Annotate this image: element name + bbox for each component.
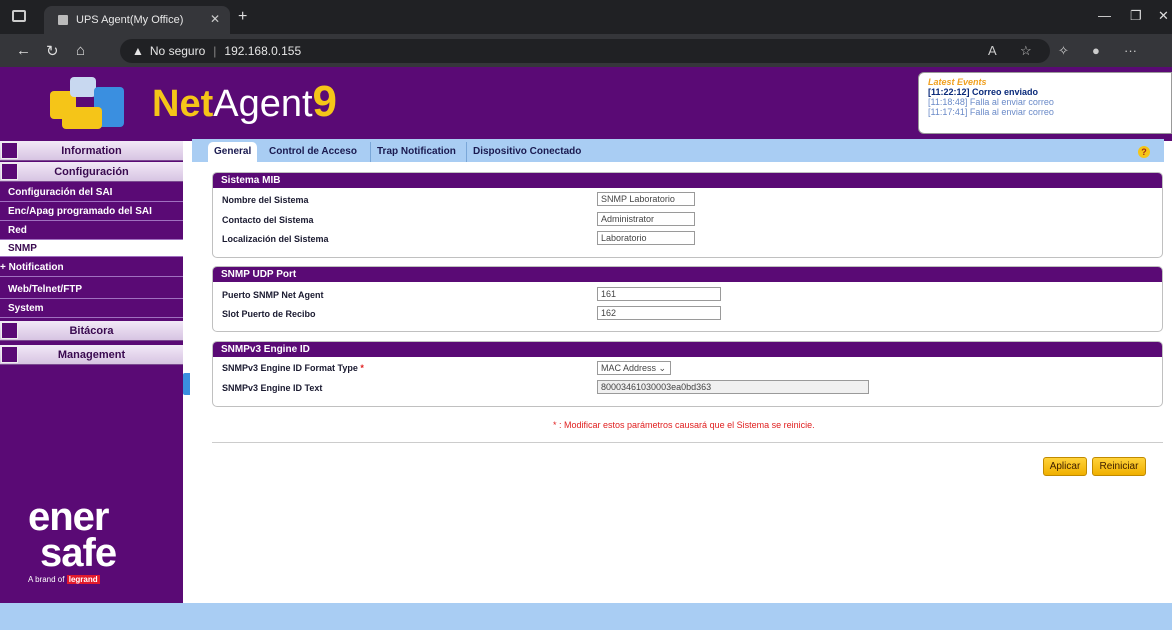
sidebar-item-bitacora[interactable]: Bitácora	[0, 321, 183, 341]
help-icon[interactable]: ?	[1138, 146, 1150, 158]
latest-events-panel: Latest Events [11:22:12] Correo enviado …	[918, 72, 1172, 134]
field-label: Slot Puerto de Recibo	[222, 309, 316, 319]
field-label: SNMPv3 Engine ID Text	[222, 383, 323, 393]
close-tab-icon[interactable]: ✕	[210, 12, 220, 26]
favicon-icon	[58, 15, 68, 25]
monitor-icon	[1, 142, 18, 159]
chevron-down-icon: ⌄	[658, 363, 667, 373]
engine-id-text-input: 80003461030003ea0bd363	[597, 380, 869, 394]
footer-bar	[0, 603, 1172, 630]
sidebar-item-snmp[interactable]: SNMP	[0, 240, 183, 257]
tab-bar: General Control de Acceso Trap Notificat…	[192, 139, 1164, 162]
field-label: Nombre del Sistema	[222, 195, 309, 205]
required-marker: *	[360, 363, 364, 373]
favorites-icon[interactable]: ✧	[1058, 43, 1069, 59]
close-window-icon[interactable]: ✕	[1158, 8, 1169, 24]
event-item: [11:22:12] Correo enviado	[928, 87, 1039, 97]
app-header: NetAgent9 Latest Events [11:22:12] Corre…	[0, 67, 1172, 141]
section-title: Sistema MIB	[213, 173, 1162, 188]
trap-port-input[interactable]: 162	[597, 306, 721, 320]
netagent-logo	[50, 77, 126, 131]
tab-control-acceso[interactable]: Control de Acceso	[263, 142, 363, 162]
sidebar-toggle-icon[interactable]	[12, 10, 26, 22]
event-item: [11:17:41] Falla al enviar correo	[928, 107, 1054, 117]
system-contact-input[interactable]: Administrator	[597, 212, 695, 226]
url-input[interactable]: ▲ No seguro | 192.168.0.155	[120, 39, 1050, 63]
back-icon[interactable]: ←	[16, 42, 31, 59]
warning-icon: ▲	[132, 44, 144, 58]
apply-button[interactable]: Aplicar	[1043, 457, 1087, 476]
restore-icon[interactable]: ❐	[1130, 8, 1142, 24]
field-label: SNMPv3 Engine ID Format Type *	[222, 363, 364, 373]
gears-icon	[1, 163, 18, 180]
system-name-input[interactable]: SNMP Laboratorio	[597, 192, 695, 206]
sidebar-item-notification[interactable]: + Notification	[0, 258, 183, 277]
field-label: Contacto del Sistema	[222, 215, 314, 225]
restart-warning-note: * : Modificar estos parámetros causará q…	[553, 420, 815, 430]
engine-id-format-select[interactable]: MAC Address ⌄	[597, 361, 671, 375]
section-snmp-udp-port: SNMP UDP Port Puerto SNMP Net Agent 161 …	[212, 266, 1163, 332]
section-title: SNMP UDP Port	[213, 267, 1162, 282]
new-tab-icon[interactable]: +	[238, 8, 247, 26]
minimize-icon[interactable]: —	[1098, 8, 1111, 23]
tab-trap-notification[interactable]: Trap Notification	[370, 142, 462, 162]
url-separator: |	[213, 44, 217, 58]
tab-general[interactable]: General	[208, 142, 258, 162]
more-icon[interactable]: ···	[1124, 43, 1137, 58]
divider	[212, 442, 1163, 443]
sidebar-item-system[interactable]: System	[0, 299, 183, 318]
read-aloud-icon[interactable]: A	[988, 43, 997, 58]
field-label: Localización del Sistema	[222, 234, 329, 244]
address-bar: ← ↻ ⌂ ▲ No seguro | 192.168.0.155 A ☆ ✧ …	[0, 34, 1172, 67]
system-location-input[interactable]: Laboratorio	[597, 231, 695, 245]
events-title: Latest Events	[928, 77, 987, 87]
snmp-port-input[interactable]: 161	[597, 287, 721, 301]
field-label: Puerto SNMP Net Agent	[222, 290, 324, 300]
favorite-star-icon[interactable]: ☆	[1020, 43, 1032, 59]
browser-tabbar: UPS Agent(My Office) ✕ + — ❐ ✕	[0, 0, 1172, 34]
sidebar: Information Configuración Configuración …	[0, 141, 183, 603]
sidebar-item-web-telnet-ftp[interactable]: Web/Telnet/FTP	[0, 280, 183, 299]
tab-title: UPS Agent(My Office)	[76, 14, 184, 26]
reload-icon[interactable]: ↻	[46, 42, 59, 60]
sidebar-item-information[interactable]: Information	[0, 141, 183, 161]
enersafe-logo: ener safe A brand of legrand	[28, 495, 117, 584]
home-icon[interactable]: ⌂	[76, 42, 85, 59]
sidebar-item-management[interactable]: Management	[0, 345, 183, 365]
grid-icon	[1, 346, 18, 363]
restart-button[interactable]: Reiniciar	[1092, 457, 1146, 476]
profile-icon[interactable]: ●	[1092, 43, 1100, 58]
section-sistema-mib: Sistema MIB Nombre del Sistema SNMP Labo…	[212, 172, 1163, 258]
tab-dispositivo-conectado[interactable]: Dispositivo Conectado	[466, 142, 587, 162]
brand-title: NetAgent9	[152, 77, 338, 126]
log-icon	[1, 322, 18, 339]
sidebar-item-red[interactable]: Red	[0, 221, 183, 240]
sidebar-item-configuracion[interactable]: Configuración	[0, 162, 183, 182]
section-title: SNMPv3 Engine ID	[213, 342, 1162, 357]
url-text: 192.168.0.155	[224, 44, 302, 58]
sidebar-item-configuracion-sai[interactable]: Configuración del SAI	[0, 183, 183, 202]
browser-tab[interactable]: UPS Agent(My Office) ✕	[44, 6, 230, 34]
security-label: No seguro	[149, 44, 206, 58]
sidebar-collapse-handle[interactable]	[183, 373, 190, 395]
section-snmpv3-engine-id: SNMPv3 Engine ID SNMPv3 Engine ID Format…	[212, 341, 1163, 407]
sidebar-item-enc-apag[interactable]: Enc/Apag programado del SAI	[0, 202, 183, 221]
event-item: [11:18:48] Falla al enviar correo	[928, 97, 1054, 107]
